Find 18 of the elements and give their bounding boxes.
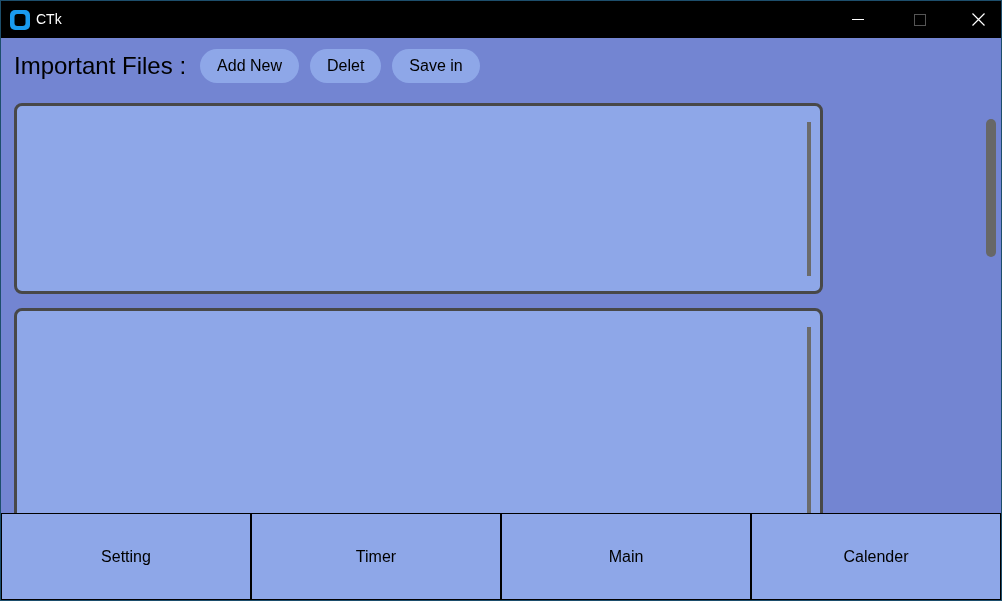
nav-button[interactable]: Setting — [1, 513, 251, 600]
scrollbar[interactable] — [807, 327, 811, 513]
section-title: Important Files : — [14, 51, 187, 81]
close-icon — [971, 13, 985, 26]
window-title: CTk — [36, 10, 62, 29]
scrollbar[interactable] — [986, 119, 996, 257]
action-button[interactable]: Delet — [310, 49, 382, 83]
minimize-icon — [852, 18, 864, 21]
action-button[interactable]: Add New — [200, 49, 299, 83]
app-icon — [10, 9, 30, 30]
nav-button[interactable]: Main — [501, 513, 751, 600]
text-area[interactable] — [14, 308, 823, 513]
scrollbar[interactable] — [807, 122, 811, 276]
maximize-icon — [914, 13, 926, 26]
nav-button[interactable]: Calender — [751, 513, 1001, 600]
nav-button[interactable]: Timer — [251, 513, 501, 600]
action-button[interactable]: Save in — [392, 49, 480, 83]
text-area[interactable] — [14, 103, 823, 294]
